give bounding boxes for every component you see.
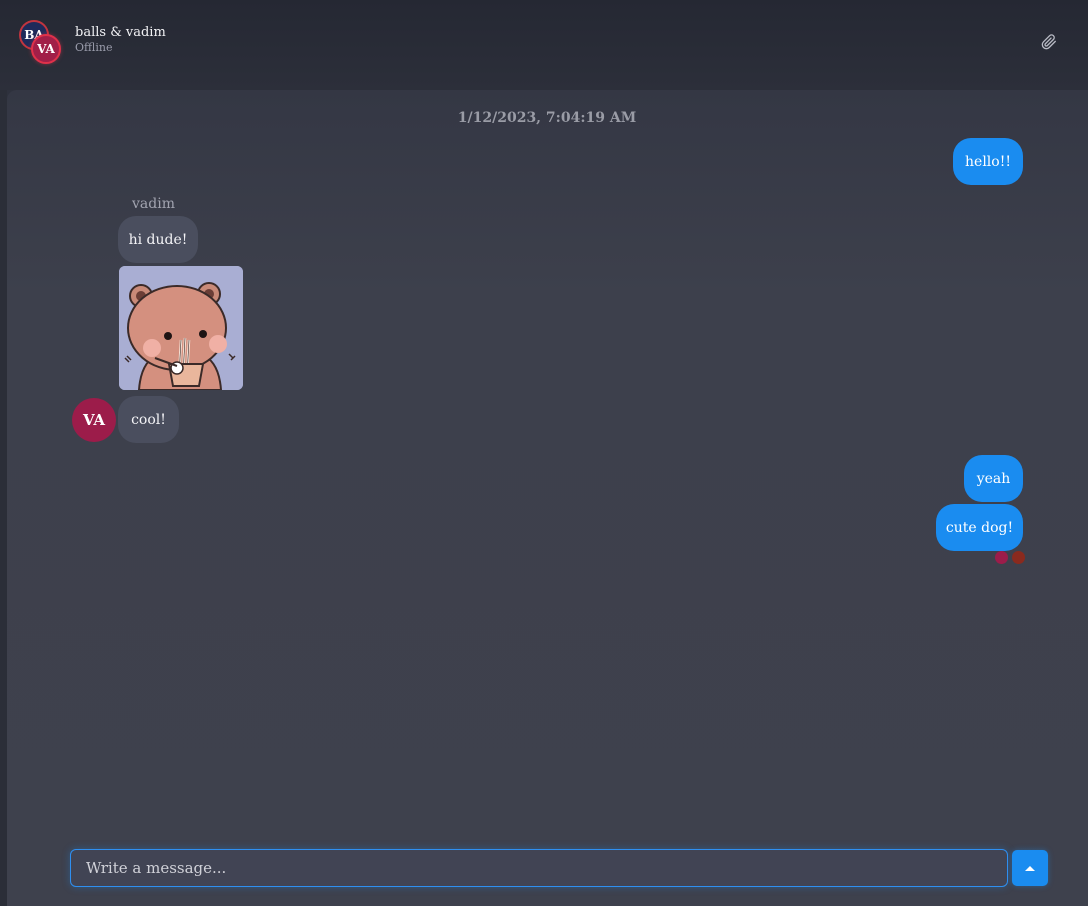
sticker-image[interactable]: [119, 266, 243, 390]
message-bubble-incoming[interactable]: hi dude!: [118, 216, 198, 263]
read-receipt-avatar: [1012, 551, 1025, 564]
message-timestamp: 1/12/2023, 7:04:19 AM: [457, 110, 637, 126]
chat-title[interactable]: balls & vadim: [75, 25, 166, 40]
message-panel: [7, 90, 1088, 906]
message-bubble-incoming[interactable]: cool!: [118, 396, 179, 443]
chat-status: Offline: [75, 41, 113, 54]
message-input[interactable]: [70, 849, 1008, 887]
message-bubble-outgoing[interactable]: yeah: [964, 455, 1023, 502]
send-arrow-icon: [1025, 866, 1035, 871]
attachment-button[interactable]: [1038, 31, 1060, 53]
avatar-va: VA: [31, 34, 61, 64]
paperclip-icon: [1041, 34, 1056, 50]
message-bubble-outgoing[interactable]: cute dog!: [936, 504, 1023, 551]
send-button[interactable]: [1012, 850, 1048, 886]
read-receipt-avatar: [995, 551, 1008, 564]
bear-sticker-icon: [119, 266, 243, 390]
sender-name: vadim: [132, 196, 175, 212]
message-bubble-outgoing[interactable]: hello!!: [953, 138, 1023, 185]
side-strip: [0, 90, 7, 906]
group-avatar[interactable]: BA VA: [19, 20, 63, 66]
chat-header: BA VA balls & vadim Offline: [0, 0, 1088, 90]
chat-app: BA VA balls & vadim Offline 1/12/2023, 7…: [0, 0, 1088, 906]
avatar-vadim[interactable]: VA: [72, 398, 116, 442]
